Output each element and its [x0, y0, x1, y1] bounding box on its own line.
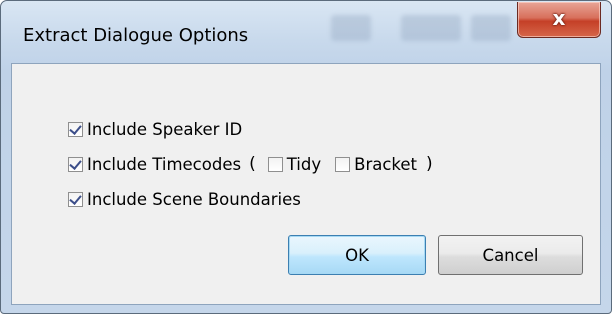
scene-boundaries-checkbox[interactable] — [68, 191, 83, 207]
timecodes-label: Include Timecodes — [87, 154, 242, 174]
timecodes-open-paren: ( — [249, 154, 256, 174]
titlebar-glass-decoration — [331, 15, 371, 41]
tidy-label: Tidy — [286, 154, 322, 174]
close-button[interactable]: x — [517, 2, 601, 38]
tidy-checkbox[interactable] — [267, 156, 283, 172]
scene-boundaries-label: Include Scene Boundaries — [87, 189, 301, 209]
dialog-window: Extract Dialogue Options x Include Speak… — [0, 0, 612, 314]
speaker-id-checkbox[interactable] — [68, 121, 83, 137]
cancel-button[interactable]: Cancel — [438, 235, 583, 275]
timecodes-close-paren: ) — [426, 154, 433, 174]
close-icon: x — [552, 6, 566, 30]
option-speaker-id[interactable]: Include Speaker ID — [68, 118, 242, 140]
option-timecodes: Include Timecodes ( Tidy Bracket ) — [68, 153, 433, 175]
titlebar-glass-decoration — [401, 15, 461, 41]
timecodes-checkbox[interactable] — [68, 156, 83, 172]
titlebar-glass-decoration — [471, 15, 511, 41]
speaker-id-label: Include Speaker ID — [87, 119, 243, 139]
bracket-checkbox[interactable] — [335, 156, 351, 172]
option-scene-boundaries[interactable]: Include Scene Boundaries — [68, 188, 301, 210]
ok-button[interactable]: OK — [288, 235, 426, 275]
bracket-label: Bracket — [354, 154, 417, 174]
window-title: Extract Dialogue Options — [23, 25, 249, 46]
